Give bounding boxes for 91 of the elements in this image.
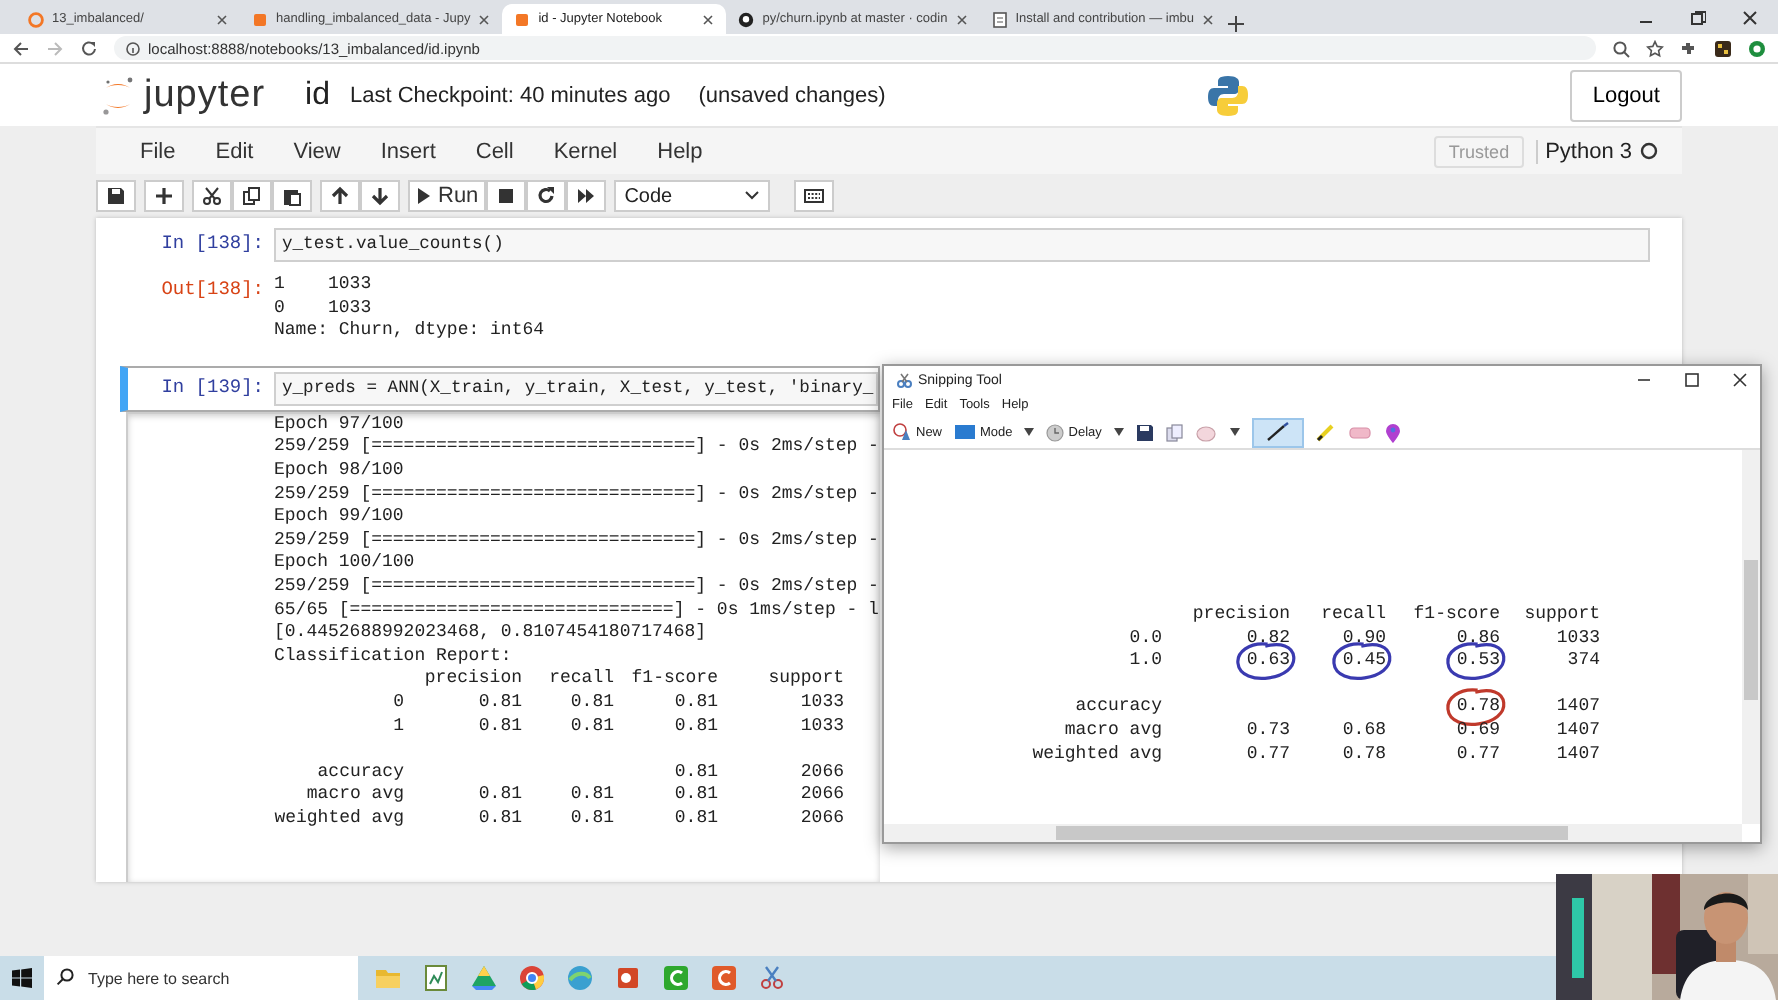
column-header: precision [422, 668, 522, 692]
row-label: weighted avg [1030, 743, 1162, 767]
output-line: [0.4452688992023468, 0.8107454180717468] [274, 622, 707, 646]
row-label: macro avg [1062, 719, 1162, 744]
column-header: f1-score [1411, 604, 1500, 628]
output-line: 65/65 [==============================] - 0s 1ms/step - l [274, 599, 879, 623]
cell-type-dropdown[interactable]: Code [614, 180, 771, 212]
menu-item[interactable]: Insert [360, 139, 456, 163]
menu-item[interactable]: View [273, 139, 361, 163]
output-line: Name: Churn, dtype: int64 [274, 320, 545, 344]
output-line: 0 1033 [274, 297, 372, 321]
code-cell[interactable]: In [139]: y_preds = ANN(X_train, y_train, X_test, y_test, 'binary_ [120, 365, 880, 412]
input-prompt: In [139]: [159, 373, 266, 402]
table-cell: 1407 [1556, 696, 1600, 717]
table-cell: 0.81 [478, 715, 522, 735]
output-line: 259/259 [==============================] - 0s 2ms/step - [274, 483, 879, 507]
table-cell: 0.77 [1246, 743, 1290, 764]
table-cell: 2066 [800, 784, 844, 805]
table-cell: 0.81 [674, 715, 718, 735]
table-cell: 0.53 [1456, 650, 1500, 674]
table-cell: 0.63 [1246, 650, 1290, 674]
table-cell: 0.81 [478, 784, 522, 805]
menu-item[interactable]: Kernel [533, 139, 638, 163]
table-cell: 1407 [1556, 743, 1600, 764]
column-header: recall [1319, 604, 1386, 628]
table-cell: 2066 [800, 761, 844, 782]
code-input[interactable]: y_test.value_counts() [274, 228, 1650, 262]
table-cell: 0.78 [1456, 696, 1500, 720]
table-cell: 0.69 [1456, 719, 1500, 740]
table-cell: 0.81 [478, 807, 522, 828]
column-header: support [1522, 604, 1600, 628]
row-label: accuracy [1073, 696, 1162, 720]
table-cell: 1407 [1556, 719, 1600, 740]
code-input[interactable]: y_preds = ANN(X_train, y_train, X_test, y_test, 'binary_ [274, 371, 878, 406]
table-cell: 1033 [800, 715, 844, 735]
table-cell: 0.81 [674, 691, 718, 712]
input-prompt: In [138]: [159, 230, 266, 258]
table-cell: 0.90 [1342, 627, 1386, 648]
logo-text: jupyter [144, 73, 266, 117]
table-cell: 374 [1567, 650, 1600, 671]
output-prompt: Out[138]: [159, 276, 266, 304]
output-line: Epoch 97/100 [274, 413, 404, 437]
table-cell: 0.77 [1456, 743, 1500, 764]
table-cell: 0.82 [1246, 627, 1290, 648]
row-label: 0.0 [1127, 627, 1162, 651]
output-line: Epoch 98/100 [274, 459, 404, 484]
table-cell: 0.81 [570, 715, 614, 735]
table-cell: 0.81 [674, 807, 718, 828]
column-header: support [766, 668, 844, 692]
row-label: macro avg [304, 784, 404, 808]
row-label: 1.0 [1127, 650, 1162, 674]
table-cell: 0.81 [674, 761, 718, 782]
row-label: 1 [391, 715, 404, 739]
output-line: 259/259 [==============================] - 0s 2ms/step - [274, 436, 879, 460]
menu-item[interactable]: Cell [455, 139, 534, 163]
menu-item[interactable]: File [120, 139, 196, 163]
output-line: Classification Report: [274, 645, 512, 669]
column-header: f1-score [629, 668, 718, 692]
table-cell: 0.68 [1342, 719, 1386, 740]
output-line: 1 1033 [274, 274, 372, 298]
row-label: 0 [391, 691, 404, 715]
logout-button[interactable]: Logout [1570, 69, 1682, 121]
table-cell: 0.45 [1342, 650, 1386, 674]
kernel-name[interactable]: Python 3 [1535, 139, 1632, 163]
table-cell: 0.81 [570, 784, 614, 805]
column-header: recall [547, 668, 614, 692]
checkpoint-text: Last Checkpoint: 40 minutes ago [349, 83, 671, 107]
output-line: 259/259 [==============================] - 0s 2ms/step - [274, 575, 879, 600]
table-cell: 0.81 [570, 807, 614, 828]
save-status: (unsaved changes) [698, 83, 886, 107]
table-cell: 0.81 [570, 691, 614, 712]
notebook-name[interactable]: id [305, 77, 330, 113]
output-line: 259/259 [==============================] - 0s 2ms/step - [274, 529, 879, 553]
table-cell: 0.81 [674, 784, 718, 805]
column-header: precision [1190, 604, 1290, 628]
run-button[interactable]: Run [408, 180, 487, 212]
table-cell: 0.86 [1456, 627, 1500, 648]
table-cell: 1033 [1556, 627, 1600, 648]
table-cell: 0.81 [478, 691, 522, 712]
table-cell: 1033 [800, 691, 844, 712]
row-label: accuracy [315, 761, 404, 785]
table-cell: 0.78 [1342, 743, 1386, 764]
output-line: Epoch 100/100 [274, 552, 415, 576]
search-field[interactable]: Type here to search [44, 956, 358, 1000]
row-label: weighted avg [274, 807, 404, 831]
menu-item[interactable]: Edit [195, 139, 274, 163]
menu-item[interactable]: Help [637, 139, 723, 163]
code-cell[interactable]: In [138]: y_test.value_counts() [120, 222, 1652, 268]
output-line: Epoch 99/100 [274, 506, 404, 530]
table-cell: 0.73 [1246, 719, 1290, 740]
table-cell: 2066 [800, 807, 844, 828]
